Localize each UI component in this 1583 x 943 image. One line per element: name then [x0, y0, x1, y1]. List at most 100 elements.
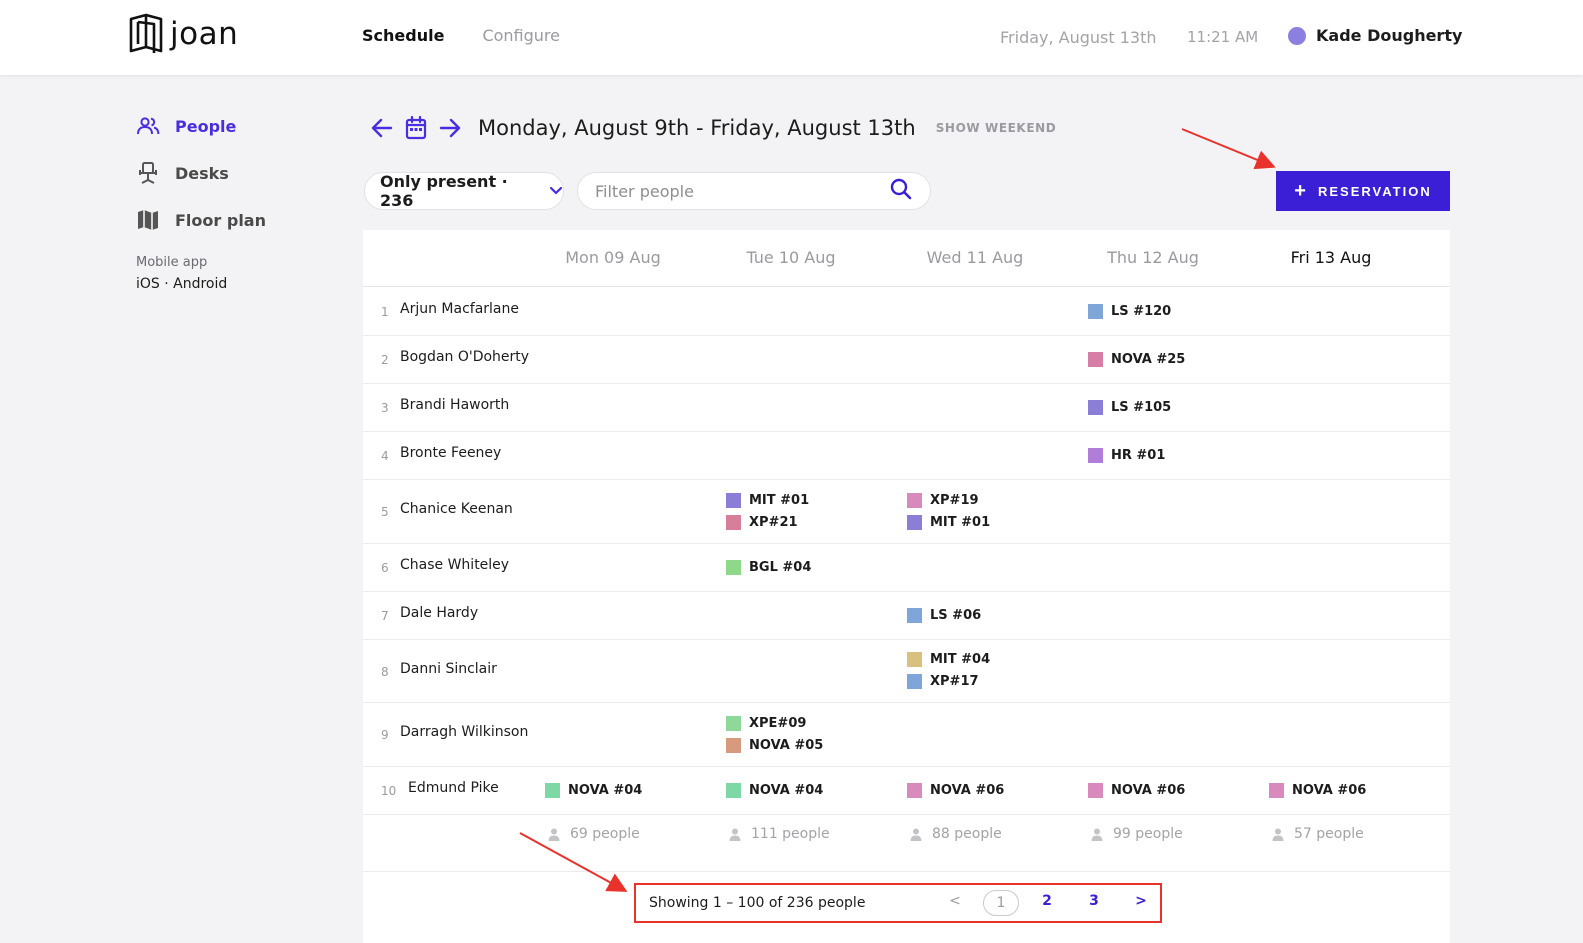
desk-color-swatch [907, 492, 922, 508]
sidebar: People Desks Floor plan Mobile app iOS ·… [136, 114, 266, 293]
reservation-label: XP#19 [930, 492, 979, 508]
person-name[interactable]: Dale Hardy [400, 605, 478, 621]
sidebar-item-floor-plan[interactable]: Floor plan [136, 208, 266, 232]
person-name[interactable]: Bogdan O'Doherty [400, 349, 529, 365]
people-icon [136, 114, 160, 138]
filter-people-search [577, 172, 931, 210]
person-name[interactable]: Arjun Macfarlane [400, 301, 519, 317]
table-row[interactable]: 4 Bronte Feeney HR #01 [363, 431, 1450, 480]
pagination-summary: Showing 1 – 100 of 236 people [649, 895, 866, 911]
table-row[interactable]: 7 Dale Hardy LS #06 [363, 591, 1450, 640]
desk-color-swatch [907, 674, 922, 689]
page-2-button[interactable]: 2 [1037, 893, 1057, 909]
plus-icon: + [1294, 180, 1306, 202]
reservation-chip[interactable]: NOVA #06 [1088, 781, 1185, 799]
pagination: Showing 1 – 100 of 236 people < 1 2 3 > [634, 883, 1162, 923]
desk-color-swatch [726, 492, 741, 508]
reservation-chip[interactable]: MIT #01 [907, 513, 990, 531]
table-row[interactable]: 2 Bogdan O'Doherty NOVA #25 [363, 335, 1450, 384]
people-count-row: 69 people 111 people 88 people 99 people 57 … [363, 814, 1450, 872]
mobile-app-links[interactable]: iOS · Android [136, 276, 266, 292]
reservation-chip[interactable]: XPE#09 [726, 714, 806, 732]
current-date: Friday, August 13th [1000, 28, 1157, 47]
person-name[interactable]: Edmund Pike [408, 780, 499, 796]
reservation-label: BGL #04 [749, 559, 812, 575]
person-name[interactable]: Chanice Keenan [400, 501, 513, 517]
search-icon[interactable] [890, 178, 912, 204]
reservation-chip[interactable]: NOVA #05 [726, 736, 823, 754]
desk-color-swatch [907, 652, 922, 667]
reservation-label: MIT #04 [930, 652, 991, 667]
add-reservation-button[interactable]: + RESERVATION [1276, 171, 1450, 211]
sidebar-item-label: People [175, 116, 237, 136]
arrow-right-icon[interactable] [438, 116, 462, 140]
reservation-chip[interactable]: LS #06 [907, 606, 981, 624]
joan-logo[interactable]: joan [128, 13, 238, 55]
reservation-label: MIT #01 [930, 514, 991, 530]
people-count: 57 people [1272, 826, 1364, 842]
table-row[interactable]: 5 Chanice Keenan MIT #01 XP#21 XP#19 MIT #01 [363, 479, 1450, 544]
people-count: 88 people [910, 826, 1002, 842]
nav-configure[interactable]: Configure [482, 26, 560, 45]
reservation-chip[interactable]: MIT #04 [907, 651, 990, 669]
table-row[interactable]: 8 Danni Sinclair MIT #04 XP#17 [363, 639, 1450, 703]
reservation-chip[interactable]: LS #120 [1088, 302, 1171, 320]
prev-page-button[interactable]: < [945, 893, 965, 909]
people-count: 99 people [1091, 826, 1183, 842]
row-number: 1 [381, 305, 389, 319]
reservation-chip[interactable]: NOVA #06 [1269, 781, 1366, 799]
sidebar-item-people[interactable]: People [136, 114, 266, 138]
filter-people-input[interactable] [593, 180, 890, 202]
reservation-chip[interactable]: NOVA #06 [907, 781, 1004, 799]
desk-color-swatch [907, 514, 922, 530]
desk-color-swatch [1088, 303, 1103, 319]
row-number: 9 [381, 728, 389, 742]
reservation-label: MIT #01 [749, 492, 810, 508]
desk-color-swatch [1088, 399, 1103, 415]
person-icon [910, 828, 922, 841]
day-header-4: Fri 13 Aug [1290, 248, 1372, 267]
reservation-chip[interactable]: XP#17 [907, 673, 979, 691]
sidebar-item-desks[interactable]: Desks [136, 161, 266, 185]
reservation-label: XP#21 [749, 514, 798, 530]
table-row[interactable]: 1 Arjun Macfarlane LS #120 [363, 287, 1450, 336]
table-row[interactable]: 9 Darragh Wilkinson XPE#09 NOVA #05 [363, 702, 1450, 767]
person-name[interactable]: Danni Sinclair [400, 661, 497, 677]
person-name[interactable]: Chase Whiteley [400, 557, 509, 573]
reservation-chip[interactable]: HR #01 [1088, 446, 1165, 464]
desk-color-swatch [1088, 351, 1103, 367]
desk-color-swatch [726, 559, 741, 575]
reservation-chip[interactable]: LS #105 [1088, 398, 1171, 416]
presence-filter-dropdown[interactable]: Only present · 236 [364, 172, 564, 210]
desk-color-swatch [726, 715, 741, 731]
table-row[interactable]: 6 Chase Whiteley BGL #04 [363, 543, 1450, 592]
row-number: 4 [381, 449, 389, 463]
reservation-chip[interactable]: XP#19 [907, 491, 979, 509]
reservation-chip[interactable]: NOVA #04 [726, 781, 823, 799]
show-weekend-toggle[interactable]: SHOW WEEKEND [936, 121, 1057, 135]
nav-schedule[interactable]: Schedule [362, 26, 444, 45]
next-page-button[interactable]: > [1131, 893, 1151, 909]
table-row[interactable]: 10 Edmund Pike NOVA #04 NOVA #04 NOVA #06 NOV… [363, 766, 1450, 815]
arrow-left-icon[interactable] [370, 116, 394, 140]
sidebar-item-label: Floor plan [175, 210, 266, 230]
reservation-label: NOVA #04 [749, 782, 824, 798]
person-name[interactable]: Darragh Wilkinson [400, 724, 528, 740]
user-menu[interactable]: Kade Dougherty [1288, 26, 1462, 45]
person-icon [729, 828, 741, 841]
page-3-button[interactable]: 3 [1084, 893, 1104, 909]
reservation-chip[interactable]: NOVA #25 [1088, 350, 1185, 368]
person-name[interactable]: Brandi Haworth [400, 397, 509, 413]
calendar-icon[interactable] [404, 116, 428, 140]
reservation-chip[interactable]: MIT #01 [726, 491, 809, 509]
person-name[interactable]: Bronte Feeney [400, 445, 501, 461]
reservation-chip[interactable]: BGL #04 [726, 558, 811, 576]
reservation-chip[interactable]: NOVA #04 [545, 781, 642, 799]
day-header-1: Tue 10 Aug [746, 248, 836, 267]
desk-color-swatch [907, 607, 922, 623]
logo-text: joan [170, 16, 239, 52]
desk-color-swatch [1269, 782, 1284, 798]
reservation-chip[interactable]: XP#21 [726, 513, 798, 531]
table-row[interactable]: 3 Brandi Haworth LS #105 [363, 383, 1450, 432]
page-1-button[interactable]: 1 [983, 890, 1019, 916]
